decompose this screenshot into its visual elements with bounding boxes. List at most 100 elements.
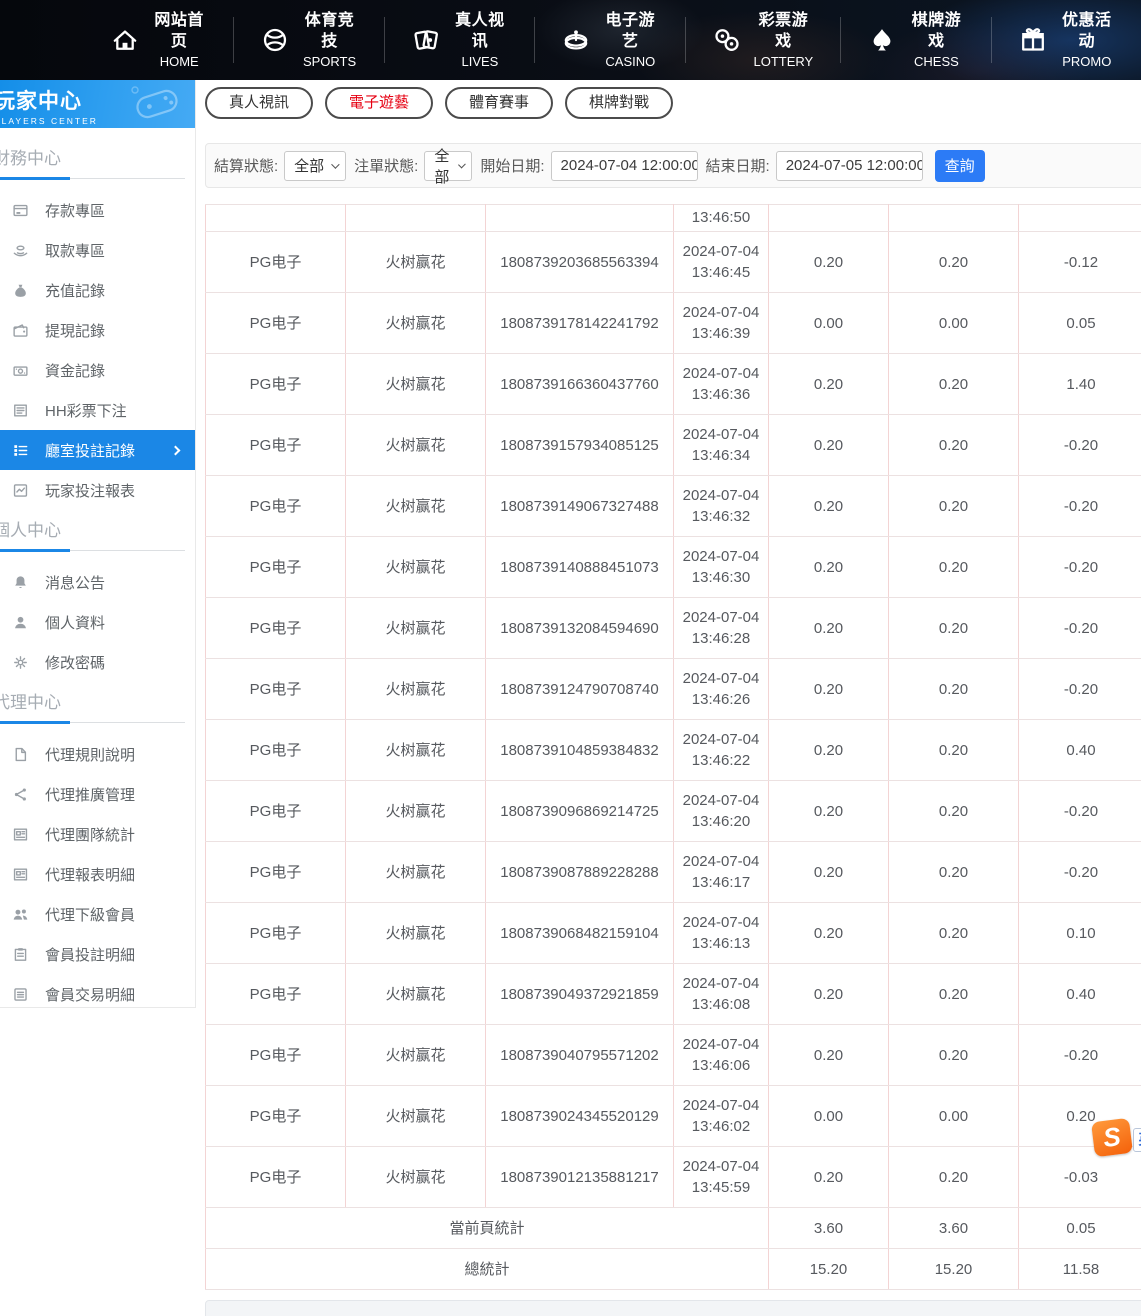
sidebar-item[interactable]: 代理推廣管理 (0, 774, 195, 814)
chevron-down-icon (458, 160, 466, 168)
query-button[interactable]: 查詢 (935, 150, 985, 182)
nav-label-zh: 真人视讯 (453, 10, 507, 53)
nav-item-chess[interactable]: 棋牌游戏CHESS (840, 17, 990, 63)
cell-valid-bet: 0.20 (889, 964, 1019, 1025)
roulette-icon (562, 26, 590, 54)
sidebar-item[interactable]: 消息公告 (0, 562, 195, 602)
ime-language-badge[interactable]: 英 (1133, 1128, 1141, 1152)
cell-bet-amount: 0.20 (769, 598, 889, 659)
cell-game: 火树赢花 (346, 1025, 486, 1086)
end-date-input[interactable] (776, 151, 923, 181)
sidebar-item[interactable]: 玩家投注報表 (0, 470, 195, 510)
cell-order-no: 1808739140888451073 (486, 537, 674, 598)
cell-order-no: 1808739040795571202 (486, 1025, 674, 1086)
wallet-icon (12, 322, 29, 339)
sidebar-item[interactable]: 代理下級會員 (0, 894, 195, 934)
sidebar-item[interactable]: 代理團隊統計 (0, 814, 195, 854)
sidebar-item[interactable]: 充值記錄 (0, 270, 195, 310)
tab-棋牌對戰[interactable]: 棋牌對戰 (565, 87, 673, 119)
nav-item-home[interactable]: 网站首页HOME (84, 17, 233, 63)
sidebar-item[interactable]: 提現記錄 (0, 310, 195, 350)
gamepad-decoration-icon (127, 82, 187, 126)
sidebar-item-label: 充值記錄 (45, 280, 105, 301)
cell-order-no: 1808739068482159104 (486, 903, 674, 964)
table-row: PG电子火树赢花18087390121358812172024-07-0413:… (206, 1147, 1141, 1208)
cell-platform: PG电子 (206, 598, 346, 659)
table-row-partial: 13:46:50 (206, 205, 1141, 232)
sidebar-item[interactable]: 取款專區 (0, 230, 195, 270)
sidebar-item-label: 玩家投注報表 (45, 480, 135, 501)
sidebar-item[interactable]: 會員投註明細 (0, 934, 195, 974)
cell-platform: PG电子 (206, 476, 346, 537)
table-summary-row: 當前頁統計3.603.600.05 (206, 1208, 1141, 1249)
summary-label: 當前頁統計 (206, 1208, 769, 1249)
cell-win-loss: -0.20 (1019, 1025, 1141, 1086)
section-divider (0, 722, 185, 723)
cell-datetime: 2024-07-0413:46:20 (674, 781, 769, 842)
user-icon (12, 614, 29, 631)
cell-order-no: 1808739178142241792 (486, 293, 674, 354)
cell-order-no: 1808739203685563394 (486, 232, 674, 293)
nav-item-casino[interactable]: 电子游艺CASINO (534, 17, 684, 63)
sidebar-item-label: 代理團隊統計 (45, 824, 135, 845)
tab-電子遊藝[interactable]: 電子遊藝 (325, 87, 433, 119)
settle-status-select[interactable]: 全部 (284, 151, 346, 181)
cell-game: 火树赢花 (346, 903, 486, 964)
cell-bet-amount: 0.20 (769, 903, 889, 964)
table-row: PG电子火树赢花18087391490673274882024-07-0413:… (206, 476, 1141, 537)
cell-order-no: 1808739087889228288 (486, 842, 674, 903)
start-date-label: 開始日期: (480, 155, 544, 176)
sidebar-item[interactable]: 代理報表明細 (0, 854, 195, 894)
cell-game: 火树赢花 (346, 1086, 486, 1147)
cell-game: 火树赢花 (346, 293, 486, 354)
nav-label-zh: 体育竞技 (302, 10, 356, 53)
sidebar-item[interactable]: 廳室投註記錄 (0, 430, 195, 470)
report-chart-icon (12, 482, 29, 499)
cell-game: 火树赢花 (346, 659, 486, 720)
sidebar-item[interactable]: 代理規則說明 (0, 734, 195, 774)
cell-order-no: 1808739096869214725 (486, 781, 674, 842)
nav-item-lottery[interactable]: 彩票游戏LOTTERY (685, 17, 841, 63)
nav-item-sports[interactable]: 体育竞技SPORTS (233, 17, 383, 63)
cell-game (346, 205, 486, 232)
cell-valid-bet: 0.00 (889, 293, 1019, 354)
cell-bet-amount: 0.20 (769, 720, 889, 781)
cell-platform (206, 205, 346, 232)
cell-platform: PG电子 (206, 1086, 346, 1147)
cell-game: 火树赢花 (346, 964, 486, 1025)
tab-體育賽事[interactable]: 體育賽事 (445, 87, 553, 119)
nav-label-en: LIVES (453, 53, 507, 71)
cell-datetime: 2024-07-0413:46:30 (674, 537, 769, 598)
cell-datetime: 2024-07-0413:46:06 (674, 1025, 769, 1086)
settle-status-value: 全部 (294, 155, 324, 176)
sports-ball-icon (261, 26, 289, 54)
tab-真人視訊[interactable]: 真人視訊 (205, 87, 313, 119)
sidebar-item[interactable]: HH彩票下注 (0, 390, 195, 430)
sidebar-item[interactable]: 修改密碼 (0, 642, 195, 682)
nav-item-promo[interactable]: 优惠活动PROMO (991, 17, 1141, 63)
cell-platform: PG电子 (206, 964, 346, 1025)
summary-bet-amount: 3.60 (769, 1208, 889, 1249)
sogou-ime-icon[interactable]: S (1091, 1118, 1133, 1157)
sidebar-item[interactable]: 個人資料 (0, 602, 195, 642)
sidebar-item[interactable]: 會員交易明細 (0, 974, 195, 1014)
sidebar-item-label: 會員交易明細 (45, 984, 135, 1005)
detail-list-icon (12, 986, 29, 1003)
nav-label-en: CHESS (909, 53, 963, 71)
cell-datetime: 2024-07-0413:46:22 (674, 720, 769, 781)
sidebar-item-label: 個人資料 (45, 612, 105, 633)
settle-status-label: 結算狀態: (214, 155, 278, 176)
cell-win-loss: -0.12 (1019, 232, 1141, 293)
cell-order-no: 1808739149067327488 (486, 476, 674, 537)
start-date-input[interactable] (551, 151, 698, 181)
nav-item-lives[interactable]: 真人视讯LIVES (384, 17, 534, 63)
sidebar-item[interactable]: 存款專區 (0, 190, 195, 230)
chevron-down-icon (331, 160, 339, 168)
cell-bet-amount: 0.20 (769, 476, 889, 537)
order-status-select[interactable]: 全部 (424, 151, 472, 181)
bank-card-icon (12, 202, 29, 219)
cell-game: 火树赢花 (346, 354, 486, 415)
list-icon (12, 402, 29, 419)
sidebar-item-label: 代理下級會員 (45, 904, 135, 925)
sidebar-item[interactable]: 資金記錄 (0, 350, 195, 390)
